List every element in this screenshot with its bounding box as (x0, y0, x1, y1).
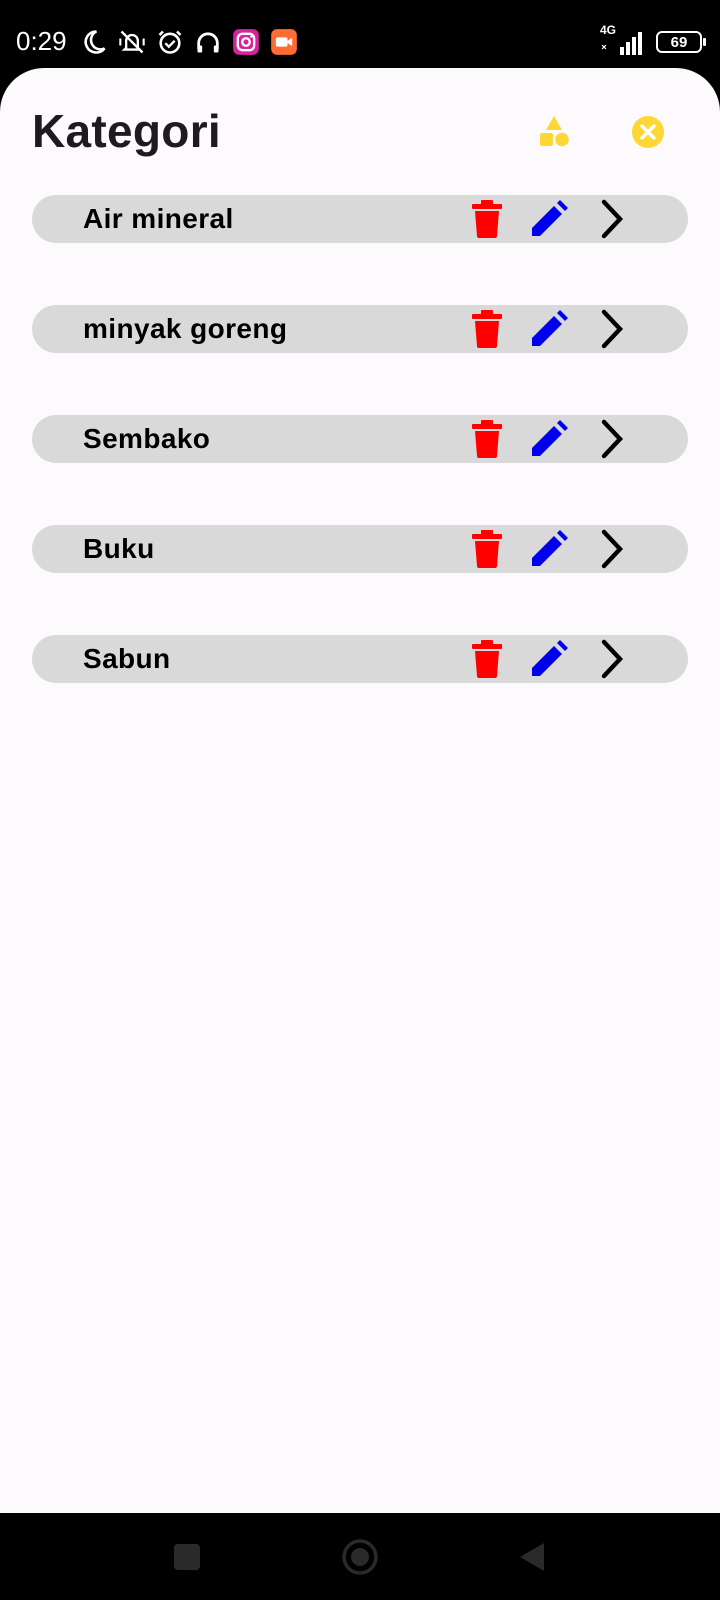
edit-button[interactable] (527, 637, 571, 681)
category-sheet: Kategori Air mineral minyak goreng Semba… (0, 68, 720, 1513)
edit-button[interactable] (527, 417, 571, 461)
system-indicators: 4G 69 (600, 23, 706, 58)
home-button[interactable] (334, 1531, 386, 1583)
recent-apps-icon (174, 1544, 200, 1570)
edit-icon (532, 530, 568, 566)
status-time: 0:29 (16, 26, 67, 56)
home-icon (342, 1539, 378, 1575)
status-bar: 0:29 4G 69 (0, 0, 720, 68)
category-name: Sabun (83, 643, 171, 674)
moon-icon (84, 30, 106, 54)
delete-icon (472, 640, 502, 678)
notification-icons (80, 26, 298, 58)
list-item-sabun[interactable]: Sabun (32, 635, 688, 683)
shapes-button[interactable] (530, 108, 578, 156)
instagram-icon (233, 29, 259, 55)
edit-button[interactable] (527, 527, 571, 571)
video-recorder-icon (271, 29, 297, 55)
delete-icon (472, 420, 502, 458)
open-button[interactable] (590, 307, 634, 351)
category-name: Sembako (83, 423, 211, 454)
page-title: Kategori (32, 105, 221, 157)
edit-icon (532, 310, 568, 346)
list-item-sembako[interactable]: Sembako (32, 415, 688, 463)
vibrate-off-icon (119, 30, 145, 54)
category-name: Air mineral (83, 203, 234, 234)
list-item-minyak-goreng[interactable]: minyak goreng (32, 305, 688, 353)
delete-icon (472, 310, 502, 348)
edit-button[interactable] (527, 307, 571, 351)
headphones-icon (197, 32, 219, 53)
list-item-buku[interactable]: Buku (32, 525, 688, 573)
battery-icon: 69 (656, 31, 706, 53)
recent-apps-button[interactable] (161, 1531, 213, 1583)
close-circle-icon (632, 116, 664, 148)
close-button[interactable] (624, 108, 672, 156)
signal-icon: 4G (600, 23, 646, 57)
category-name: Buku (83, 533, 155, 564)
delete-icon (472, 530, 502, 568)
category-name: minyak goreng (83, 313, 288, 344)
edit-icon (532, 420, 568, 456)
delete-button[interactable] (465, 527, 509, 571)
delete-button[interactable] (465, 197, 509, 241)
chevron-right-icon (601, 529, 624, 569)
open-button[interactable] (590, 527, 634, 571)
delete-button[interactable] (465, 637, 509, 681)
alarm-icon (158, 30, 182, 54)
list-item-air-mineral[interactable]: Air mineral (32, 195, 688, 243)
back-button[interactable] (506, 1531, 558, 1583)
back-icon (520, 1543, 544, 1571)
edit-button[interactable] (527, 197, 571, 241)
open-button[interactable] (590, 197, 634, 241)
open-button[interactable] (590, 637, 634, 681)
shapes-icon (540, 116, 569, 147)
delete-button[interactable] (465, 417, 509, 461)
edit-icon (532, 200, 568, 236)
chevron-right-icon (601, 309, 624, 349)
chevron-right-icon (601, 639, 624, 679)
delete-button[interactable] (465, 307, 509, 351)
battery-level: 69 (670, 33, 688, 51)
navigation-bar (0, 1513, 720, 1600)
chevron-right-icon (601, 199, 624, 239)
chevron-right-icon (601, 419, 624, 459)
delete-icon (472, 200, 502, 238)
open-button[interactable] (590, 417, 634, 461)
edit-icon (532, 640, 568, 676)
